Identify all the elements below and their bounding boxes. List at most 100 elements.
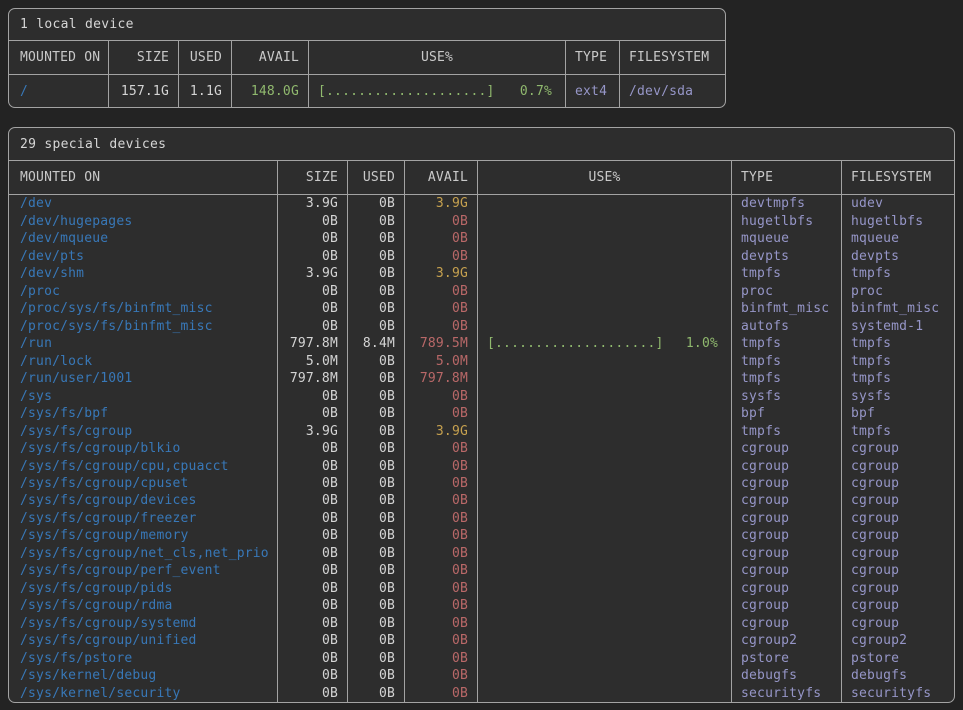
filesystem-cell: debugfs xyxy=(842,667,954,684)
use-percent-cell xyxy=(478,247,732,264)
use-percent-cell xyxy=(478,545,732,562)
table-row: /run/lock5.0M0B5.0Mtmpfstmpfs xyxy=(9,352,954,369)
mounted-cell: /dev/pts xyxy=(9,247,278,264)
use-percent-cell xyxy=(478,300,732,317)
filesystem-cell: cgroup xyxy=(842,510,954,527)
mounted-cell: /sys/kernel/security xyxy=(9,685,278,702)
use-percent-cell xyxy=(478,492,732,509)
used-cell: 0B xyxy=(348,352,405,369)
table-row: /dev3.9G0B3.9Gdevtmpfsudev xyxy=(9,195,954,212)
table-row: /sys/fs/cgroup/systemd0B0B0Bcgroupcgroup xyxy=(9,615,954,632)
size-cell: 157.1G xyxy=(109,75,179,107)
type-cell: mqueue xyxy=(732,230,842,247)
mounted-cell: /sys/fs/pstore xyxy=(9,650,278,667)
use-percent-cell xyxy=(478,475,732,492)
use-percent-cell xyxy=(478,527,732,544)
size-cell: 0B xyxy=(278,387,348,404)
filesystem-cell: hugetlbfs xyxy=(842,212,954,229)
used-cell: 0B xyxy=(348,405,405,422)
use-percent-cell: [....................]0.7% xyxy=(309,75,566,107)
use-percent-cell xyxy=(478,282,732,299)
type-cell: cgroup xyxy=(732,545,842,562)
use-percent-cell xyxy=(478,387,732,404)
usage-bar: [....................] xyxy=(487,336,664,351)
filesystem-cell: tmpfs xyxy=(842,265,954,282)
column-header: USE% xyxy=(478,161,732,194)
avail-cell: 0B xyxy=(405,667,478,684)
used-cell: 0B xyxy=(348,475,405,492)
table-row: /sys/kernel/security0B0B0Bsecurityfssecu… xyxy=(9,685,954,702)
avail-cell: 0B xyxy=(405,317,478,334)
used-cell: 0B xyxy=(348,212,405,229)
filesystem-cell: systemd-1 xyxy=(842,317,954,334)
type-cell: cgroup xyxy=(732,510,842,527)
used-cell: 0B xyxy=(348,597,405,614)
filesystem-cell: cgroup xyxy=(842,527,954,544)
avail-cell: 0B xyxy=(405,527,478,544)
used-cell: 0B xyxy=(348,282,405,299)
avail-cell: 3.9G xyxy=(405,265,478,282)
table-row: /sys/fs/cgroup/pids0B0B0Bcgroupcgroup xyxy=(9,580,954,597)
filesystem-cell: cgroup xyxy=(842,492,954,509)
used-cell: 0B xyxy=(348,545,405,562)
mounted-cell: /sys/fs/cgroup/systemd xyxy=(9,615,278,632)
used-cell: 0B xyxy=(348,317,405,334)
filesystem-cell: tmpfs xyxy=(842,335,954,352)
use-percent-cell xyxy=(478,580,732,597)
mounted-cell: /sys/fs/cgroup/rdma xyxy=(9,597,278,614)
mounted-cell: /proc xyxy=(9,282,278,299)
size-cell: 0B xyxy=(278,440,348,457)
size-cell: 3.9G xyxy=(278,422,348,439)
size-cell: 0B xyxy=(278,405,348,422)
use-percent-cell xyxy=(478,457,732,474)
used-cell: 1.1G xyxy=(179,75,232,107)
use-percent-cell xyxy=(478,195,732,212)
size-cell: 0B xyxy=(278,212,348,229)
table-row: /proc/sys/fs/binfmt_misc0B0B0Bautofssyst… xyxy=(9,317,954,334)
avail-cell: 0B xyxy=(405,510,478,527)
avail-cell: 0B xyxy=(405,247,478,264)
type-cell: cgroup xyxy=(732,475,842,492)
avail-cell: 5.0M xyxy=(405,352,478,369)
filesystem-cell: cgroup xyxy=(842,615,954,632)
table-row: /dev/mqueue0B0B0Bmqueuemqueue xyxy=(9,230,954,247)
table-row: /157.1G1.1G148.0G[....................]0… xyxy=(9,75,725,107)
mounted-cell: /sys/fs/cgroup/cpu,cpuacct xyxy=(9,457,278,474)
column-header: TYPE xyxy=(732,161,842,194)
used-cell: 0B xyxy=(348,580,405,597)
mounted-cell: /sys/fs/cgroup/unified xyxy=(9,632,278,649)
avail-cell: 789.5M xyxy=(405,335,478,352)
mounted-cell: /run/lock xyxy=(9,352,278,369)
size-cell: 0B xyxy=(278,282,348,299)
terminal-screen[interactable]: { "colors": { "bg_page": "#232323", "bg_… xyxy=(0,0,963,710)
size-cell: 5.0M xyxy=(278,352,348,369)
table-row: /sys0B0B0Bsysfssysfs xyxy=(9,387,954,404)
use-percent-cell xyxy=(478,510,732,527)
filesystem-cell: cgroup xyxy=(842,597,954,614)
mounted-cell: /sys/fs/cgroup/blkio xyxy=(9,440,278,457)
size-cell: 3.9G xyxy=(278,195,348,212)
used-cell: 0B xyxy=(348,492,405,509)
table-row: /dev/shm3.9G0B3.9Gtmpfstmpfs xyxy=(9,265,954,282)
type-cell: cgroup xyxy=(732,527,842,544)
filesystem-cell: sysfs xyxy=(842,387,954,404)
table-row: /dev/hugepages0B0B0Bhugetlbfshugetlbfs xyxy=(9,212,954,229)
used-cell: 0B xyxy=(348,615,405,632)
table-title: 1 local device xyxy=(9,9,725,41)
mounted-cell: /dev/shm xyxy=(9,265,278,282)
table-row: /sys/fs/cgroup/cpuset0B0B0Bcgroupcgroup xyxy=(9,475,954,492)
used-cell: 0B xyxy=(348,265,405,282)
avail-cell: 3.9G xyxy=(405,195,478,212)
used-cell: 0B xyxy=(348,195,405,212)
mounted-cell: /run/user/1001 xyxy=(9,370,278,387)
used-cell: 0B xyxy=(348,527,405,544)
size-cell: 0B xyxy=(278,580,348,597)
type-cell: cgroup2 xyxy=(732,632,842,649)
filesystem-cell: pstore xyxy=(842,650,954,667)
use-percent-cell xyxy=(478,422,732,439)
special-devices-table: 29 special devices MOUNTED ONSIZEUSEDAVA… xyxy=(8,127,955,703)
avail-cell: 0B xyxy=(405,615,478,632)
table-row: /sys/fs/cgroup/net_cls,net_prio0B0B0Bcgr… xyxy=(9,545,954,562)
avail-cell: 0B xyxy=(405,545,478,562)
mounted-cell: /sys/kernel/debug xyxy=(9,667,278,684)
